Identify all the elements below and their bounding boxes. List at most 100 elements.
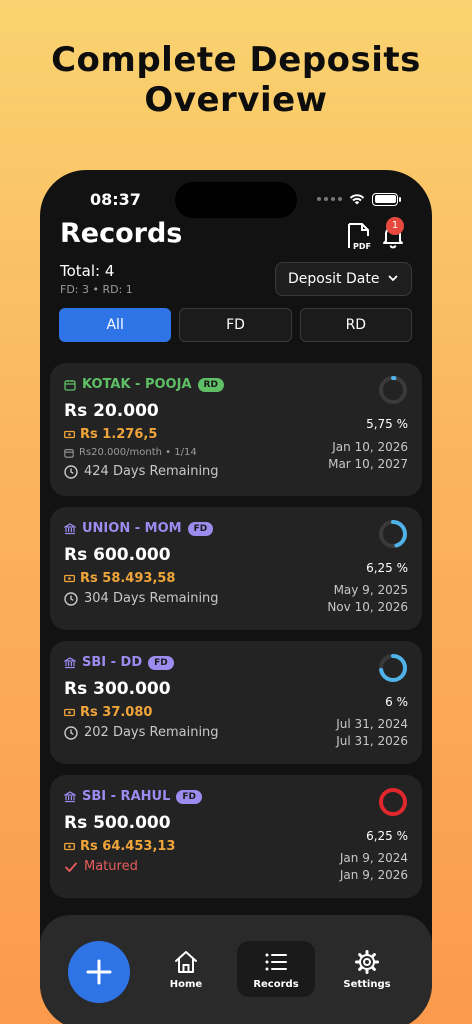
start-date: May 9, 2025 — [333, 583, 408, 597]
clock-icon — [64, 725, 78, 740]
bank-header: SBI - RAHUL FD — [64, 789, 202, 804]
interest-rate: 5,75 % — [366, 417, 408, 431]
status-icons — [317, 192, 401, 206]
matured-status: Matured — [64, 859, 138, 874]
bank-icon — [64, 522, 76, 534]
remaining-value: 424 Days Remaining — [84, 464, 219, 479]
chevron-down-icon — [388, 275, 398, 282]
type-badge: RD — [197, 377, 224, 392]
matured-label: Matured — [84, 859, 138, 874]
pdf-file-icon[interactable]: PDF — [345, 222, 373, 252]
calendar-icon — [64, 379, 76, 391]
clock-icon — [64, 464, 78, 479]
deposit-amount: Rs 20.000 — [64, 401, 159, 421]
days-remaining: 202 Days Remaining — [64, 725, 219, 740]
progress-ring — [379, 788, 407, 816]
interest-value: Rs 64.453,13 — [80, 839, 176, 854]
start-date: Jan 9, 2024 — [339, 851, 408, 865]
days-remaining: 304 Days Remaining — [64, 591, 219, 606]
clock-icon — [64, 591, 78, 606]
interest-value: Rs 37.080 — [80, 705, 153, 720]
progress-ring — [379, 376, 407, 404]
days-remaining: 424 Days Remaining — [64, 464, 219, 479]
deposit-amount: Rs 600.000 — [64, 545, 171, 565]
type-breakdown: FD: 3 • RD: 1 — [60, 283, 133, 296]
monthly-installment: Rs20.000/month • 1/14 — [64, 447, 197, 458]
nav-settings-label: Settings — [343, 978, 391, 990]
interest-value: Rs 58.493,58 — [80, 571, 176, 586]
add-deposit-button[interactable] — [68, 941, 130, 1003]
svg-text:PDF: PDF — [353, 242, 371, 251]
wifi-icon — [349, 194, 365, 205]
nav-records-label: Records — [253, 978, 299, 990]
bank-header: KOTAK - POOJA RD — [64, 377, 224, 392]
gear-icon — [355, 949, 379, 974]
record-card[interactable]: KOTAK - POOJA RD Rs 20.000 Rs 1.276,5 Rs… — [50, 363, 422, 496]
maturity-date: Nov 10, 2026 — [327, 600, 408, 614]
status-time: 08:37 — [90, 190, 141, 209]
headline-line-1: Complete Deposits — [51, 40, 421, 80]
deposit-amount: Rs 300.000 — [64, 679, 171, 699]
progress-ring-track — [379, 376, 407, 404]
nav-settings[interactable]: Settings — [328, 941, 406, 997]
type-badge: FD — [176, 789, 202, 804]
calendar-icon — [64, 448, 74, 458]
sort-label: Deposit Date — [288, 271, 380, 287]
filter-tabs: All FD RD — [59, 308, 412, 342]
promo-headline: Complete Deposits Overview — [0, 40, 472, 120]
notification-badge: 1 — [386, 217, 404, 235]
bank-name: KOTAK - POOJA — [82, 377, 192, 392]
tab-rd[interactable]: RD — [299, 308, 412, 342]
type-badge: FD — [148, 655, 174, 670]
bank-icon — [64, 656, 76, 668]
nav-home[interactable]: Home — [147, 941, 225, 997]
cash-icon — [64, 430, 75, 439]
signal-icon — [317, 197, 342, 201]
tab-all[interactable]: All — [59, 308, 172, 342]
interest-amount: Rs 64.453,13 — [64, 839, 175, 854]
plus-icon — [86, 959, 112, 985]
bank-header: SBI - DD FD — [64, 655, 174, 670]
maturity-date: Jan 9, 2026 — [339, 868, 408, 882]
interest-rate: 6,25 % — [366, 829, 408, 843]
cash-icon — [64, 842, 75, 851]
nav-records[interactable]: Records — [237, 941, 315, 997]
cash-icon — [64, 708, 75, 717]
check-icon — [65, 862, 77, 872]
bank-icon — [64, 790, 76, 802]
list-icon — [265, 953, 287, 970]
maturity-date: Jul 31, 2026 — [336, 734, 408, 748]
interest-amount: Rs 1.276,5 — [64, 427, 157, 442]
bank-name: SBI - RAHUL — [82, 789, 171, 804]
bank-header: UNION - MOM FD — [64, 521, 214, 536]
home-icon — [175, 950, 197, 973]
progress-ring-arc — [379, 788, 407, 816]
cash-icon — [64, 574, 75, 583]
dynamic-island — [175, 182, 297, 218]
sort-dropdown[interactable]: Deposit Date — [275, 262, 412, 296]
record-card[interactable]: SBI - RAHUL FD Rs 500.000 Rs 64.453,13 M… — [50, 775, 422, 898]
total-count: Total: 4 — [60, 262, 115, 280]
headline-line-2: Overview — [144, 80, 328, 120]
deposit-amount: Rs 500.000 — [64, 813, 171, 833]
tab-fd[interactable]: FD — [179, 308, 292, 342]
bank-name: UNION - MOM — [82, 521, 182, 536]
progress-ring — [379, 654, 407, 682]
phone-frame: 08:37 Records PDF 1 Total: 4 FD: 3 • RD:… — [40, 170, 432, 1024]
interest-amount: Rs 37.080 — [64, 705, 152, 720]
nav-home-label: Home — [169, 978, 203, 990]
interest-value: Rs 1.276,5 — [80, 427, 158, 442]
type-badge: FD — [187, 521, 214, 536]
bottom-navigation: Home Records Settings — [40, 915, 432, 1024]
monthly-value: Rs20.000/month • 1/14 — [79, 447, 197, 458]
record-card[interactable]: UNION - MOM FD Rs 600.000 Rs 58.493,58 3… — [50, 507, 422, 630]
maturity-date: Mar 10, 2027 — [328, 457, 408, 471]
progress-ring — [379, 520, 407, 548]
bank-name: SBI - DD — [82, 655, 143, 670]
remaining-value: 202 Days Remaining — [84, 725, 219, 740]
interest-amount: Rs 58.493,58 — [64, 571, 175, 586]
record-card[interactable]: SBI - DD FD Rs 300.000 Rs 37.080 202 Day… — [50, 641, 422, 764]
interest-rate: 6,25 % — [366, 561, 408, 575]
remaining-value: 304 Days Remaining — [84, 591, 219, 606]
interest-rate: 6 % — [385, 695, 408, 709]
